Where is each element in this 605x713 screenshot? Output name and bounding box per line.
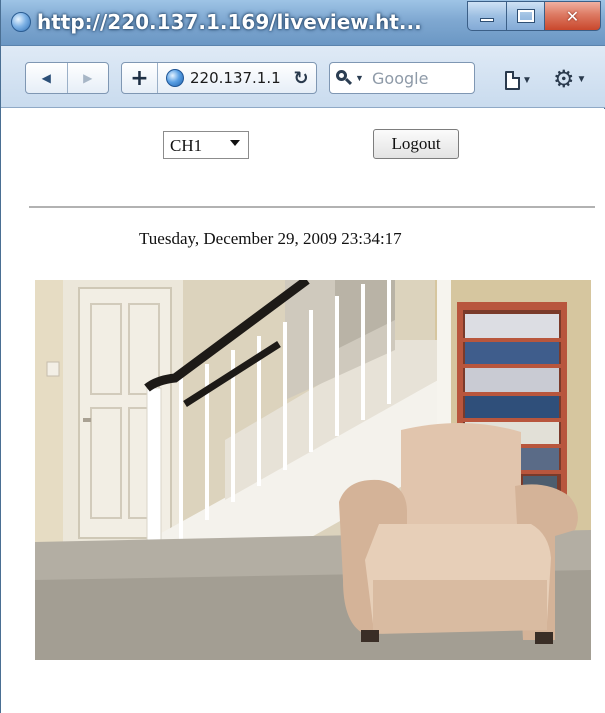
browser-window: http://220.137.1.169/liveview.ht... ✕ ◀ … [0,0,605,713]
tools-menu-button[interactable]: ⚙ ▼ [553,65,595,93]
window-title: http://220.137.1.169/liveview.ht... [37,10,422,34]
nav-buttons: ◀ ▶ [25,62,109,94]
back-button[interactable]: ◀ [26,63,68,93]
gear-icon: ⚙ [553,65,575,93]
minimize-button[interactable] [467,1,507,31]
browser-globe-icon [11,12,31,32]
add-bookmark-button[interactable]: + [122,63,158,93]
logout-button[interactable]: Logout [373,129,459,159]
address-bar[interactable]: + 220.137.1.169 ↻ [121,62,317,94]
chevron-down-icon: ▼ [522,74,532,86]
maximize-icon [516,9,535,23]
search-engine-button[interactable]: ▼ [336,67,368,89]
channel-select[interactable]: CH1 [163,131,249,159]
page-icon [505,70,520,90]
back-arrow-icon: ◀ [41,71,51,85]
page-content: CH1 Logout Tuesday, December 29, 2009 23… [1,109,605,713]
title-bar[interactable]: http://220.137.1.169/liveview.ht... ✕ [1,0,605,46]
search-icon [336,70,353,86]
site-globe-icon [166,69,184,87]
address-field[interactable]: 220.137.1.169 [190,69,280,87]
reload-icon: ↻ [293,67,309,89]
divider [29,206,595,208]
chevron-down-icon: ▼ [355,73,364,83]
close-button[interactable]: ✕ [545,1,601,31]
camera-image [35,280,591,660]
page-menu-button[interactable]: ▼ [505,68,539,92]
forward-arrow-icon: ▶ [83,71,93,85]
plus-icon: + [130,65,149,91]
camera-live-view [35,280,591,660]
datetime-label: Tuesday, December 29, 2009 23:34:17 [139,229,402,248]
channel-select-value: CH1 [170,136,203,155]
forward-button[interactable]: ▶ [68,63,109,93]
minimize-icon [480,18,494,22]
browser-toolbar: ◀ ▶ + 220.137.1.169 ↻ ▼ ▼ [1,46,605,108]
search-input[interactable] [372,66,470,90]
close-icon: ✕ [565,6,580,26]
reload-button[interactable]: ↻ [288,65,314,91]
chevron-down-icon: ▼ [576,73,587,85]
window-controls: ✕ [467,1,601,31]
search-box: ▼ [329,62,475,94]
chevron-down-icon [230,140,240,146]
maximize-button[interactable] [507,1,545,31]
